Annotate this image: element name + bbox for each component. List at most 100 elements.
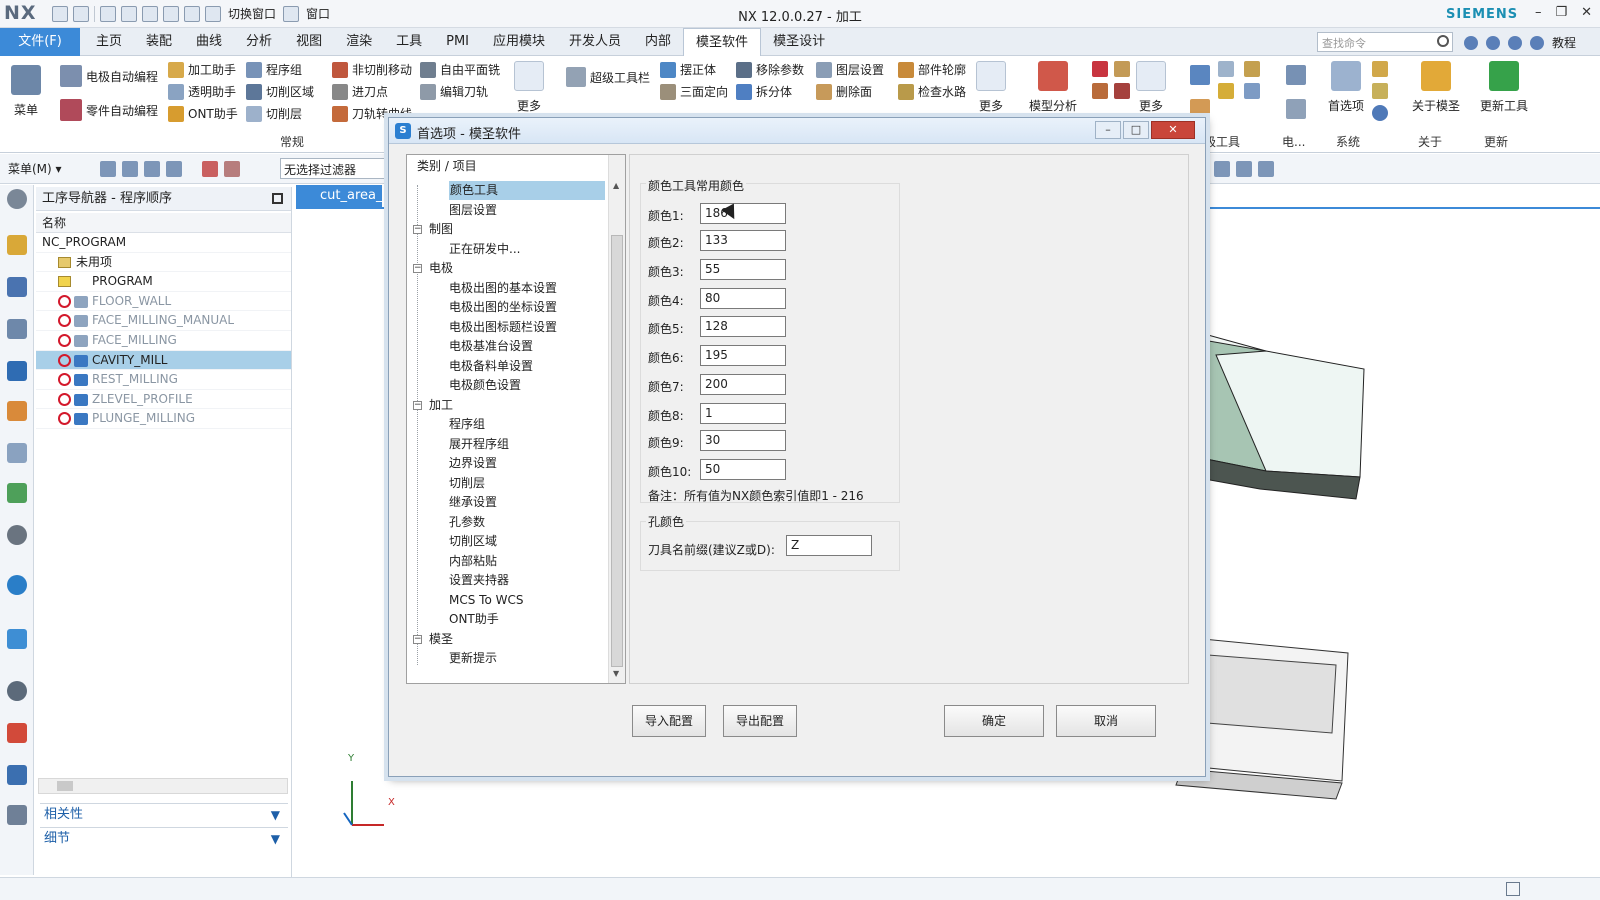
color-9-input[interactable]: 30 — [700, 430, 786, 451]
more-button-1[interactable]: 更多 — [512, 61, 546, 114]
cut-region-button[interactable]: 切削区域 — [246, 83, 314, 100]
color-5-input[interactable]: 128 — [700, 316, 786, 337]
group-label-elec[interactable]: 电... — [1282, 133, 1305, 150]
feature-navigator-icon[interactable] — [7, 483, 27, 503]
part-outline-button[interactable]: 部件轮廓 — [898, 61, 966, 78]
system-small-2[interactable] — [1372, 83, 1388, 99]
ok-button[interactable]: 确定 — [944, 705, 1044, 737]
table-row[interactable]: PLUNGE_MILLING — [36, 409, 291, 429]
minimize-icon[interactable]: – — [1535, 5, 1542, 20]
delete-face-button[interactable]: 删除面 — [816, 83, 872, 100]
table-row[interactable]: FACE_MILLING_MANUAL — [36, 311, 291, 331]
table-row[interactable]: FACE_MILLING — [36, 331, 291, 351]
tree-item[interactable]: 图层设置 — [407, 201, 607, 221]
type-filter-select[interactable]: 无选择过滤器 — [280, 158, 390, 179]
tab-mosheng-design[interactable]: 模圣设计 — [761, 28, 837, 56]
table-row[interactable]: NC_PROGRAM — [36, 233, 291, 253]
help-icon[interactable] — [1508, 35, 1522, 50]
more-button-2[interactable]: 更多 — [974, 61, 1008, 114]
visibility-eye-icon[interactable] — [7, 525, 27, 545]
tab-tools[interactable]: 工具 — [384, 28, 434, 56]
measure-tool-button-2[interactable] — [1114, 61, 1130, 77]
tree-scroll-thumb[interactable] — [611, 235, 623, 667]
tree-item[interactable]: 展开程序组 — [407, 435, 607, 455]
scroll-up-icon[interactable]: ▲ — [613, 181, 619, 190]
select-tool-icon[interactable] — [122, 161, 138, 177]
collapse-toggle-icon[interactable]: − — [413, 634, 422, 644]
select-program-icon[interactable] — [202, 161, 218, 177]
tree-item[interactable]: 设置夹持器 — [407, 571, 607, 591]
info-icon[interactable] — [7, 575, 27, 595]
part-navigator-icon[interactable] — [7, 319, 27, 339]
system-small-3[interactable] — [1372, 105, 1388, 121]
column-header-name[interactable]: 名称 — [36, 213, 291, 233]
collapse-toggle-icon[interactable]: − — [413, 400, 422, 410]
about-button[interactable]: 关于模圣 — [1406, 61, 1466, 114]
horizontal-scrollbar[interactable] — [38, 778, 288, 794]
tree-item[interactable]: 内部粘贴 — [407, 552, 607, 572]
reuse-library-icon[interactable] — [7, 443, 27, 463]
table-row[interactable]: PROGRAM — [36, 272, 291, 292]
color-3-input[interactable]: 55 — [700, 259, 786, 280]
tab-render[interactable]: 渲染 — [334, 28, 384, 56]
group-label-system[interactable]: 系统 — [1336, 133, 1360, 150]
tab-view[interactable]: 视图 — [284, 28, 334, 56]
system-tool-button-2[interactable] — [1286, 99, 1306, 119]
ont-helper-button[interactable]: ONT助手 — [168, 105, 238, 122]
color-8-input[interactable]: 1 — [700, 403, 786, 424]
settings-gear-icon[interactable] — [7, 189, 27, 209]
details-panel-toggle[interactable]: 细节 ▼ — [40, 827, 288, 849]
tab-home[interactable]: 主页 — [84, 28, 134, 56]
part-tab[interactable]: cut_area_ — [296, 185, 382, 207]
table-row[interactable]: 未用项 — [36, 253, 291, 273]
cancel-button[interactable]: 取消 — [1056, 705, 1156, 737]
restore-icon[interactable]: ❐ — [1555, 5, 1567, 20]
machine-tool-navigator-icon[interactable] — [7, 401, 27, 421]
layer-settings-button[interactable]: 图层设置 — [816, 61, 884, 78]
tree-item[interactable]: ONT助手 — [407, 610, 607, 630]
file-menu-tab[interactable]: 文件(F) — [0, 28, 80, 56]
select-general-icon[interactable] — [100, 161, 116, 177]
place-body-button[interactable]: 摆正体 — [660, 61, 716, 78]
tree-category[interactable]: − 模圣 — [407, 630, 607, 650]
search-icon[interactable] — [1437, 35, 1449, 47]
select-method-icon[interactable] — [166, 161, 182, 177]
fullscreen-icon[interactable] — [1506, 882, 1520, 896]
system-small-1[interactable] — [1372, 61, 1388, 77]
tutorial-icon[interactable] — [1530, 35, 1544, 50]
tab-internal[interactable]: 内部 — [633, 28, 683, 56]
feed-point-button[interactable]: 进刀点 — [332, 83, 388, 100]
tree-item[interactable]: 电极出图标题栏设置 — [407, 318, 607, 338]
color-2-input[interactable]: 133 — [700, 230, 786, 251]
system-tool-button-1[interactable] — [1286, 65, 1306, 85]
menu-dropdown-button[interactable]: 菜单(M) ▾ — [8, 160, 62, 177]
tree-category[interactable]: − 电极 — [407, 259, 607, 279]
tree-item[interactable]: 更新提示 — [407, 649, 607, 669]
web-browser-icon[interactable] — [7, 629, 27, 649]
tree-category[interactable]: − 制图 — [407, 220, 607, 240]
tree-category[interactable]: − 加工 — [407, 396, 607, 416]
assembly-navigator-icon[interactable] — [7, 235, 27, 255]
tree-item[interactable]: MCS To WCS — [407, 591, 607, 611]
table-row[interactable]: ZLEVEL_PROFILE — [36, 390, 291, 410]
import-config-button[interactable]: 导入配置 — [632, 705, 706, 737]
tab-mosheng-software[interactable]: 模圣软件 — [683, 28, 762, 56]
collapse-toggle-icon[interactable]: − — [413, 264, 422, 273]
dialog-close-icon[interactable]: ✕ — [1151, 121, 1195, 139]
tree-item[interactable]: 电极出图的坐标设置 — [407, 298, 607, 318]
measure-tool-button[interactable] — [1092, 83, 1108, 99]
free-plane-mill-button[interactable]: 自由平面铣 — [420, 61, 500, 78]
three-view-button[interactable]: 三面定向 — [660, 83, 728, 100]
menu-big-button[interactable]: 菜单 — [6, 65, 46, 118]
tree-item[interactable]: 切削层 — [407, 474, 607, 494]
remove-params-button[interactable]: 移除参数 — [736, 61, 804, 78]
dialog-maximize-icon[interactable]: □ — [1123, 121, 1149, 139]
tree-item[interactable]: 颜色工具 — [407, 181, 607, 201]
electrode-prog-button[interactable]: 电极自动编程 — [60, 65, 158, 87]
command-search-input[interactable]: 查找命令 — [1317, 32, 1453, 52]
collapse-toggle-icon[interactable]: − — [413, 225, 422, 234]
operation-navigator-icon[interactable] — [7, 361, 27, 381]
tab-application[interactable]: 应用模块 — [481, 28, 557, 56]
check-waterway-button[interactable]: 检查水路 — [898, 83, 966, 100]
table-row-selected[interactable]: CAVITY_MILL — [36, 350, 291, 371]
